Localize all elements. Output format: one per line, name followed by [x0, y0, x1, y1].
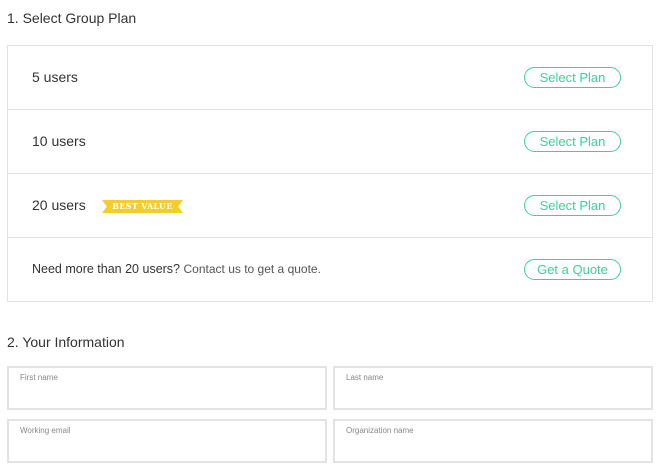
select-plan-10-button[interactable]: Select Plan	[524, 131, 621, 152]
last-name-field[interactable]: Last name	[333, 366, 653, 410]
email-label: Working email	[20, 426, 71, 435]
last-name-input[interactable]	[344, 386, 640, 404]
plan-row-20-users: 20 users BEST VALUE Select Plan	[8, 174, 652, 238]
select-plan-5-button[interactable]: Select Plan	[524, 67, 621, 88]
organization-input[interactable]	[344, 439, 640, 457]
quote-question: Need more than 20 users?	[32, 262, 181, 276]
plan-section-title: 1. Select Group Plan	[7, 10, 137, 26]
plan-list: 5 users Select Plan 10 users Select Plan…	[7, 45, 653, 302]
plan-label: 5 users	[32, 69, 78, 85]
plan-label: 10 users	[32, 133, 86, 149]
email-input[interactable]	[18, 439, 314, 457]
email-field[interactable]: Working email	[7, 419, 327, 463]
first-name-input[interactable]	[18, 386, 314, 404]
organization-field[interactable]: Organization name	[333, 419, 653, 463]
quote-text: Need more than 20 users? Contact us to g…	[32, 262, 321, 276]
best-value-badge: BEST VALUE	[102, 200, 183, 213]
plan-label: 20 users	[32, 197, 86, 213]
info-section-title: 2. Your Information	[7, 334, 125, 350]
organization-label: Organization name	[346, 426, 414, 435]
select-plan-20-button[interactable]: Select Plan	[524, 195, 621, 216]
quote-row: Need more than 20 users? Contact us to g…	[8, 238, 652, 302]
first-name-field[interactable]: First name	[7, 366, 327, 410]
plan-row-5-users: 5 users Select Plan	[8, 46, 652, 110]
first-name-label: First name	[20, 373, 58, 382]
get-quote-button[interactable]: Get a Quote	[524, 259, 621, 280]
plan-row-10-users: 10 users Select Plan	[8, 110, 652, 174]
last-name-label: Last name	[346, 373, 384, 382]
contact-link[interactable]: Contact us to get a quote.	[184, 262, 321, 276]
